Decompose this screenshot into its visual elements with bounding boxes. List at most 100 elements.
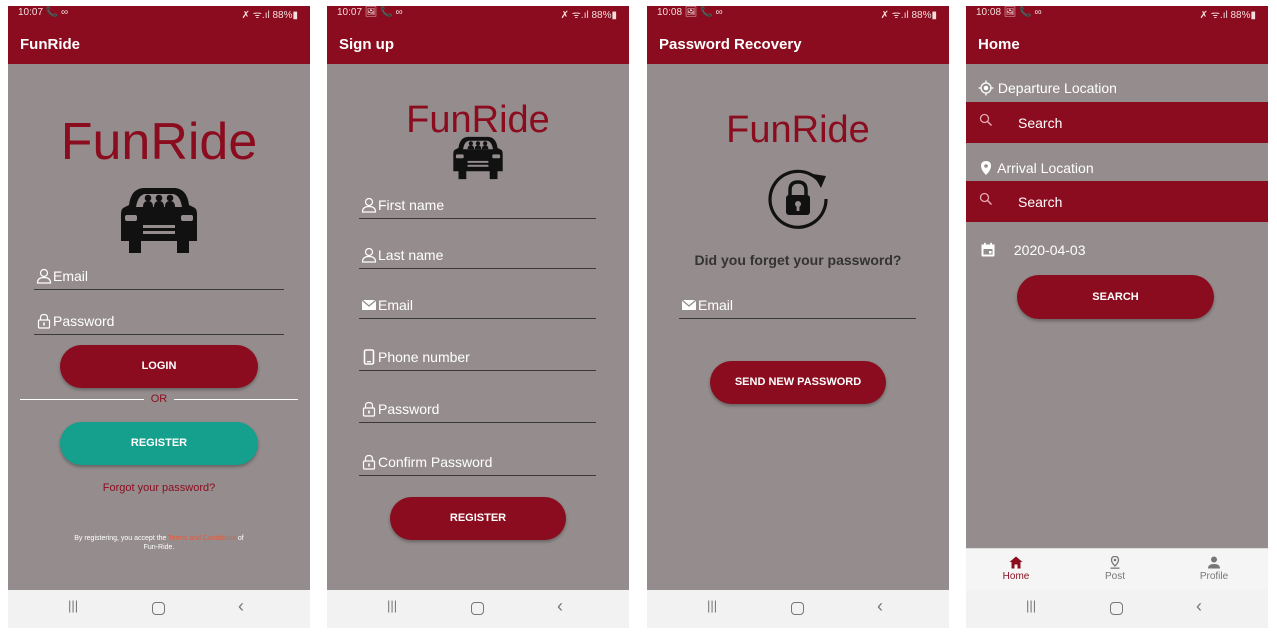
lock-icon <box>361 401 377 417</box>
departure-label-text: Departure Location <box>997 80 1117 96</box>
app-bar-title: Password Recovery <box>647 21 949 64</box>
status-bar: 10:07 📞 ∞ ✗ ᯤ.ıl 88%▮ <box>8 6 310 21</box>
app-logo-text: FunRide <box>60 113 258 171</box>
back-icon[interactable]: ‹ <box>1196 596 1202 617</box>
mobile-phone-icon <box>361 349 377 365</box>
recents-icon[interactable]: ||| <box>68 598 78 613</box>
confirm-password-placeholder: Confirm Password <box>378 454 493 470</box>
status-time: 10:07 🖼 📞 ∞ <box>337 7 403 18</box>
back-icon[interactable]: ‹ <box>877 596 883 617</box>
recents-icon[interactable]: ||| <box>707 598 717 613</box>
status-time: 10:07 📞 ∞ <box>18 7 69 18</box>
send-new-password-button[interactable]: SEND NEW PASSWORD <box>710 361 886 404</box>
lock-icon <box>36 313 52 329</box>
password-input[interactable]: Password <box>34 313 284 335</box>
app-logo-text: FunRide <box>726 109 870 151</box>
signup-screen: 10:07 🖼 📞 ∞ ✗ ᯤ.ıl 88%▮ Sign up FunRide … <box>327 6 629 628</box>
status-time: 10:08 🖼 📞 ∞ <box>976 7 1042 18</box>
android-nav-bar: ||| ‹ <box>647 590 949 628</box>
email-input[interactable]: Email <box>359 297 596 319</box>
confirm-password-input[interactable]: Confirm Password <box>359 454 596 476</box>
tab-profile[interactable]: Profile <box>1164 556 1264 582</box>
search-icon <box>979 113 993 127</box>
search-icon <box>979 192 993 206</box>
last-name-placeholder: Last name <box>378 247 444 263</box>
email-placeholder: Email <box>378 297 414 313</box>
first-name-input[interactable]: First name <box>359 197 596 219</box>
location-pin-icon <box>981 161 991 175</box>
date-picker[interactable]: 2020-04-03 <box>980 242 1086 258</box>
or-label: OR <box>150 393 168 405</box>
home-icon <box>1009 556 1023 569</box>
forgot-password-link[interactable]: Forgot your password? <box>8 482 310 494</box>
tab-profile-label: Profile <box>1199 571 1229 582</box>
divider-left <box>20 399 144 400</box>
home-nav-icon[interactable] <box>152 602 165 615</box>
tab-home-label: Home <box>1002 571 1030 582</box>
person-icon <box>361 247 377 263</box>
pin-drop-icon <box>1110 556 1120 569</box>
status-icons: ✗ ᯤ.ıl 88%▮ <box>560 10 617 21</box>
terms-text: By registering, you accept the Terms and… <box>48 534 270 552</box>
recents-icon[interactable]: ||| <box>1026 598 1036 613</box>
app-bar-title: FunRide <box>8 21 310 64</box>
departure-search-placeholder: Search <box>1018 115 1063 131</box>
first-name-placeholder: First name <box>378 197 445 213</box>
calendar-icon <box>981 242 995 257</box>
divider-right <box>174 399 298 400</box>
tab-post[interactable]: Post <box>1065 556 1165 582</box>
search-button[interactable]: SEARCH <box>1017 275 1214 319</box>
app-bar-title: Sign up <box>327 21 629 64</box>
person-icon <box>36 268 52 284</box>
password-recovery-screen: 10:08 🖼 📞 ∞ ✗ ᯤ.ıl 88%▮ Password Recover… <box>647 6 949 628</box>
home-nav-icon[interactable] <box>791 602 804 615</box>
register-button[interactable]: REGISTER <box>390 497 566 540</box>
status-icons: ✗ ᯤ.ıl 88%▮ <box>241 10 298 21</box>
arrival-location-label: Arrival Location <box>978 160 1094 176</box>
status-bar: 10:07 🖼 📞 ∞ ✗ ᯤ.ıl 88%▮ <box>327 6 629 21</box>
status-time: 10:08 🖼 📞 ∞ <box>657 7 723 18</box>
car-icon <box>119 183 199 255</box>
person-icon <box>1208 556 1220 569</box>
mail-icon <box>361 297 377 313</box>
password-input[interactable]: Password <box>359 401 596 423</box>
back-icon[interactable]: ‹ <box>238 596 244 617</box>
status-bar: 10:08 🖼 📞 ∞ ✗ ᯤ.ıl 88%▮ <box>647 6 949 21</box>
forgot-password-question: Did you forget your password? <box>694 252 902 268</box>
last-name-input[interactable]: Last name <box>359 247 596 269</box>
password-placeholder: Password <box>378 401 440 417</box>
arrival-search-placeholder: Search <box>1018 194 1063 210</box>
person-icon <box>361 197 377 213</box>
home-screen: 10:08 🖼 📞 ∞ ✗ ᯤ.ıl 88%▮ Home Departure L… <box>966 6 1268 628</box>
register-button[interactable]: REGISTER <box>60 422 258 465</box>
tab-home[interactable]: Home <box>966 556 1066 582</box>
terms-prefix: By registering, you accept the <box>74 535 169 542</box>
android-nav-bar: ||| ‹ <box>966 590 1268 628</box>
back-icon[interactable]: ‹ <box>557 596 563 617</box>
phone-number-input[interactable]: Phone number <box>359 349 596 371</box>
phone-placeholder: Phone number <box>378 349 470 365</box>
login-screen: 10:07 📞 ∞ ✗ ᯤ.ıl 88%▮ FunRide FunRide Em… <box>8 6 310 628</box>
car-icon <box>452 133 504 181</box>
arrival-label-text: Arrival Location <box>997 160 1094 176</box>
status-bar: 10:08 🖼 📞 ∞ ✗ ᯤ.ıl 88%▮ <box>966 6 1268 21</box>
login-button[interactable]: LOGIN <box>60 345 258 388</box>
arrival-search-input[interactable]: Search <box>966 181 1268 222</box>
home-nav-icon[interactable] <box>471 602 484 615</box>
home-nav-icon[interactable] <box>1110 602 1123 615</box>
recents-icon[interactable]: ||| <box>387 598 397 613</box>
email-input[interactable]: Email <box>34 268 284 290</box>
email-input[interactable]: Email <box>679 297 916 319</box>
terms-link[interactable]: Terms and Conditions <box>168 535 236 542</box>
android-nav-bar: ||| ‹ <box>8 590 310 628</box>
email-placeholder: Email <box>53 268 89 284</box>
date-value: 2020-04-03 <box>1013 242 1086 258</box>
tab-post-label: Post <box>1104 571 1125 582</box>
status-icons: ✗ ᯤ.ıl 88%▮ <box>1199 10 1256 21</box>
lock-reset-icon <box>768 169 828 229</box>
crosshair-icon <box>978 80 994 96</box>
status-icons: ✗ ᯤ.ıl 88%▮ <box>880 10 937 21</box>
app-bar-title: Home <box>966 21 1268 64</box>
android-nav-bar: ||| ‹ <box>327 590 629 628</box>
departure-search-input[interactable]: Search <box>966 102 1268 143</box>
